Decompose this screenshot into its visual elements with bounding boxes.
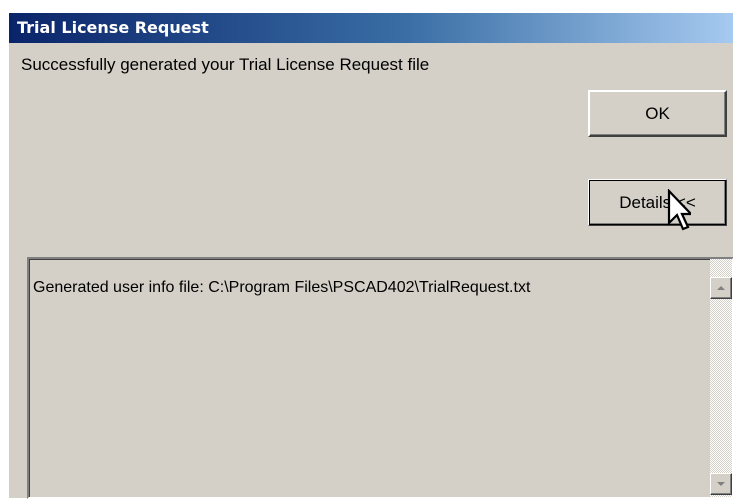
scroll-up-button[interactable] <box>710 277 732 299</box>
details-textarea[interactable]: Generated user info file: C:\Program Fil… <box>27 257 733 499</box>
details-text: Generated user info file: C:\Program Fil… <box>33 279 531 296</box>
vertical-scrollbar[interactable] <box>710 259 732 497</box>
trial-license-dialog: Trial License Request Successfully gener… <box>8 12 733 499</box>
window-title: Trial License Request <box>17 18 209 37</box>
ok-button[interactable]: OK <box>588 90 727 137</box>
details-button[interactable]: Details << <box>588 179 727 226</box>
mouse-pointer-icon <box>667 189 691 231</box>
title-bar[interactable]: Trial License Request <box>9 13 733 43</box>
status-message: Successfully generated your Trial Licens… <box>21 55 430 74</box>
scroll-down-button[interactable] <box>710 473 732 495</box>
arrow-down-icon <box>717 482 725 486</box>
arrow-up-icon <box>717 286 725 290</box>
